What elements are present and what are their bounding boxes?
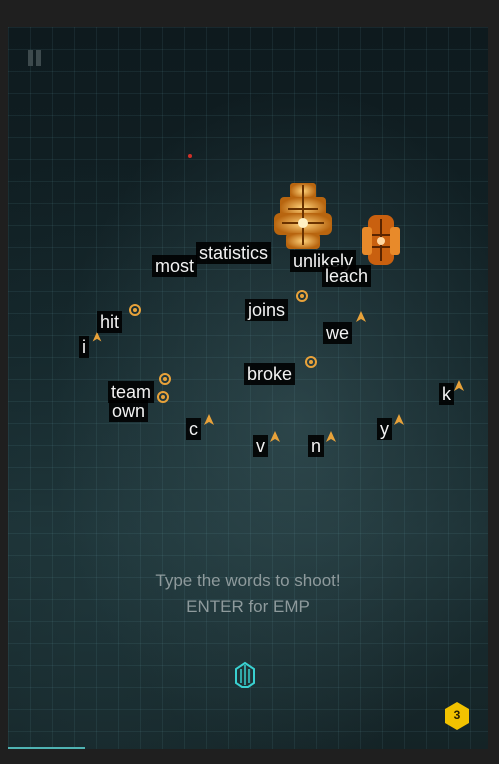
enemy-ship-icon	[270, 431, 280, 442]
enemy-word-label: we	[323, 322, 353, 344]
game-canvas[interactable]: statistics most unlikely leach joins we …	[8, 27, 488, 749]
enemy-word-label: joins	[245, 299, 289, 321]
enemy-word-label: most	[152, 255, 198, 277]
enemy-ship-icon	[159, 373, 171, 385]
pause-icon[interactable]	[28, 50, 42, 66]
background-grid	[8, 27, 488, 749]
boss-mothership-icon	[274, 183, 332, 249]
enemy-word-label: own	[109, 400, 149, 422]
enemy-ship-icon	[394, 414, 404, 425]
enemy-word-label: broke	[244, 363, 296, 385]
enemy-word-label: statistics	[196, 242, 272, 264]
emp-counter: 3	[444, 701, 470, 731]
enemy-word-label: leach	[322, 265, 372, 287]
enemy-word-label: y	[377, 418, 392, 440]
enemy-word-label: i	[79, 336, 89, 358]
player-ship-icon	[235, 661, 255, 688]
enemy-ship-icon	[454, 380, 464, 391]
enemy-ship-icon	[326, 431, 336, 442]
enemy-ship-icon	[296, 290, 308, 302]
enemy-word-label: n	[308, 435, 325, 457]
enemy-ship-icon	[305, 356, 317, 368]
enemy-word-label: v	[253, 435, 268, 457]
enemy-ship-icon	[356, 311, 366, 322]
enemy-ship-icon	[157, 391, 169, 403]
emp-count: 3	[453, 708, 461, 722]
enemy-ship-icon	[204, 414, 214, 425]
level-progress-bar	[8, 747, 85, 749]
enemy-cruiser-icon	[362, 215, 400, 265]
red-marker	[188, 154, 192, 158]
enemy-ship-icon	[92, 331, 102, 342]
enemy-ship-icon	[129, 304, 141, 316]
enemy-word-label: k	[439, 383, 454, 405]
enemy-word-label: c	[186, 418, 201, 440]
enemy-word-label: hit	[97, 311, 123, 333]
hint-type-words: Type the words to shoot!	[155, 571, 341, 590]
hint-emp: ENTER for EMP	[186, 597, 310, 616]
